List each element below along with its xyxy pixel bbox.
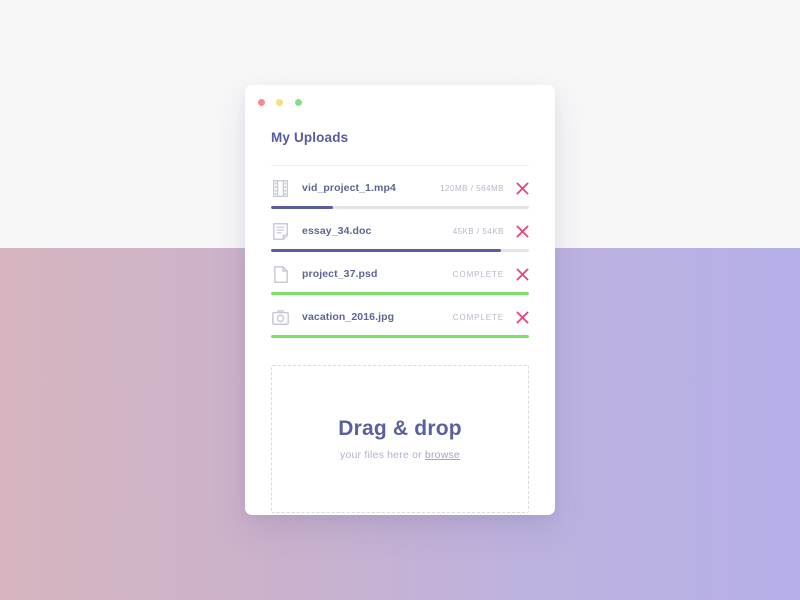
file-name: vid_project_1.mp4 [302, 182, 396, 194]
file-icon [271, 265, 290, 284]
browse-link[interactable]: browse [425, 449, 460, 461]
remove-file-icon[interactable] [516, 267, 529, 281]
remove-file-icon[interactable] [516, 310, 529, 324]
film-strip-icon [271, 179, 290, 198]
file-row-main: vacation_2016.jpg COMPLETE [271, 306, 529, 328]
file-row: essay_34.doc 45KB / 54KB [271, 209, 529, 252]
file-row-main: vid_project_1.mp4 120MB / 564MB [271, 177, 529, 199]
file-row: vacation_2016.jpg COMPLETE [271, 295, 529, 338]
file-name: vacation_2016.jpg [302, 311, 395, 323]
uploads-window-card: My Uploads vid_project_1.mp4 120MB / 564M… [245, 85, 555, 515]
window-titlebar [245, 85, 555, 111]
dropzone-subtitle: your files here or browse [340, 449, 460, 461]
remove-file-icon[interactable] [516, 181, 529, 195]
file-name: project_37.psd [302, 268, 378, 280]
file-status: COMPLETE [452, 312, 504, 322]
upload-progress-bar [271, 335, 529, 338]
file-name: essay_34.doc [302, 225, 372, 237]
file-row-main: project_37.psd COMPLETE [271, 263, 529, 285]
file-row: vid_project_1.mp4 120MB / 564MB [271, 166, 529, 209]
page-title: My Uploads [271, 130, 349, 145]
dropzone-subtitle-text: your files here or [340, 449, 425, 461]
upload-progress-fill [271, 335, 529, 338]
file-list: vid_project_1.mp4 120MB / 564MB essay_34.d… [271, 166, 529, 338]
maximize-dot[interactable] [294, 99, 302, 107]
camera-icon [271, 308, 290, 327]
file-status: COMPLETE [452, 269, 504, 279]
dropzone-title: Drag & drop [338, 417, 462, 440]
document-icon [271, 222, 290, 241]
remove-file-icon[interactable] [516, 224, 529, 238]
file-row-main: essay_34.doc 45KB / 54KB [271, 220, 529, 242]
file-row: project_37.psd COMPLETE [271, 252, 529, 295]
close-dot[interactable] [258, 99, 265, 107]
dropzone[interactable]: Drag & drop your files here or browse [271, 365, 529, 513]
file-status: 120MB / 564MB [440, 183, 504, 193]
file-status: 45KB / 54KB [452, 226, 504, 236]
card-body: My Uploads vid_project_1.mp4 120MB / 564M… [245, 130, 555, 513]
minimize-dot[interactable] [276, 99, 284, 107]
